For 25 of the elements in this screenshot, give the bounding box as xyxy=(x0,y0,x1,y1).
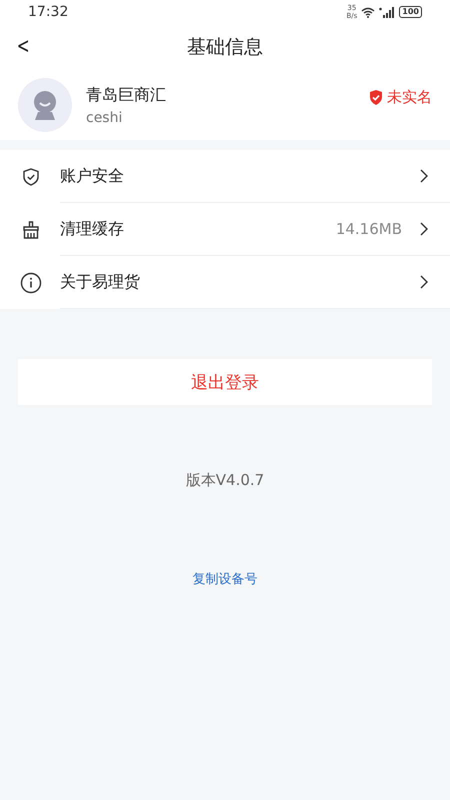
shield-check-icon xyxy=(369,90,383,105)
battery-level: 100 xyxy=(399,6,422,18)
menu-item[interactable]: 账户安全 xyxy=(0,150,450,203)
version-text: 版本V4.0.7 xyxy=(186,471,264,490)
chevron-right-icon xyxy=(420,275,428,289)
info-icon xyxy=(20,272,42,294)
chevron-right-icon xyxy=(420,222,428,236)
copy-device-link[interactable]: 复制设备号 xyxy=(192,570,258,588)
menu-item[interactable]: 清理缓存 14.16MB xyxy=(0,203,450,256)
cache-size: 14.16MB xyxy=(336,220,402,238)
company-name: 青岛巨商汇 xyxy=(86,84,167,106)
logout-button[interactable]: 退出登录 xyxy=(18,359,432,405)
menu-label: 账户安全 xyxy=(60,166,125,186)
chevron-right-icon xyxy=(420,169,428,183)
back-button[interactable]: < xyxy=(14,32,32,62)
menu-label: 清理缓存 xyxy=(60,218,125,240)
verification-status: 未实名 xyxy=(387,88,432,107)
menu-label: 关于易理货 xyxy=(60,272,141,292)
avatar-icon xyxy=(18,78,72,132)
wifi-icon xyxy=(361,6,376,18)
page-title: 基础信息 xyxy=(187,35,263,60)
status-time: 17:32 xyxy=(28,4,68,20)
account-name: ceshi xyxy=(86,110,124,126)
signal-icon xyxy=(379,6,396,18)
menu-item[interactable]: 关于易理货 xyxy=(0,256,450,309)
